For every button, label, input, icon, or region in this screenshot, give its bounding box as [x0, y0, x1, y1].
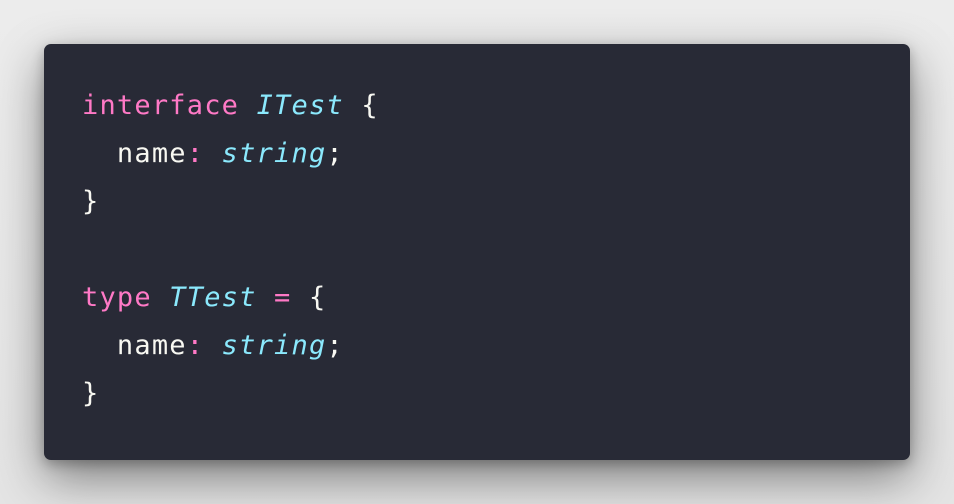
type-name-ttest: TTest: [169, 282, 257, 313]
code-block: interface ITest { name: string;} type TTe…: [82, 82, 379, 418]
keyword-interface: interface: [82, 90, 240, 121]
code-line-6: name: string;: [82, 322, 379, 370]
code-line-7: }: [82, 370, 379, 418]
type-name-itest: ITest: [256, 90, 344, 121]
code-line-2: name: string;: [82, 130, 379, 178]
type-string: string: [221, 138, 327, 169]
code-snippet-window: interface ITest { name: string;} type TTe…: [44, 44, 910, 460]
code-line-1: interface ITest {: [82, 82, 379, 130]
open-brace: {: [291, 282, 327, 313]
close-brace: }: [82, 378, 100, 409]
close-brace: }: [82, 186, 100, 217]
keyword-type: type: [82, 282, 152, 313]
property-name: name: [82, 330, 187, 361]
code-line-5: type TTest = {: [82, 274, 379, 322]
equals-operator: =: [274, 282, 292, 313]
type-string: string: [221, 330, 327, 361]
semicolon: ;: [326, 138, 344, 169]
open-brace: {: [343, 90, 379, 121]
semicolon: ;: [326, 330, 344, 361]
property-name: name: [82, 138, 187, 169]
colon: :: [186, 330, 205, 361]
code-line-3: }: [82, 178, 379, 226]
colon: :: [186, 138, 205, 169]
